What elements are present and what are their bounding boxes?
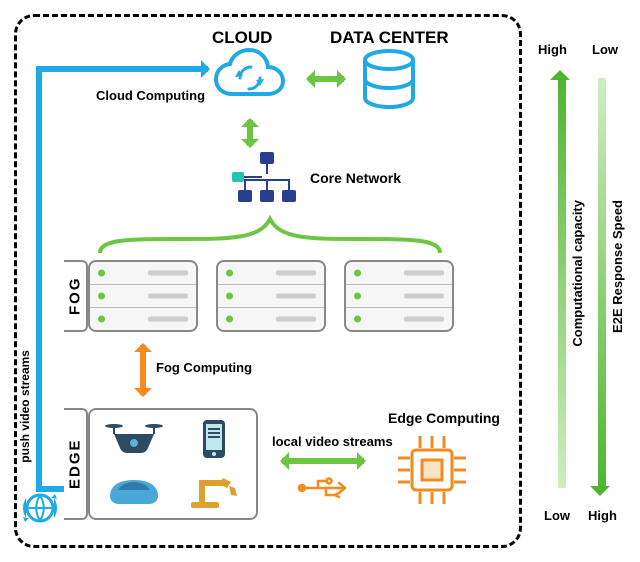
server-icon (216, 260, 326, 332)
fog-tab: FOG (64, 260, 88, 332)
response-arrow (598, 78, 606, 488)
capacity-arrow (558, 78, 566, 488)
data-center-title: DATA CENTER (330, 28, 449, 48)
fog-computing-label: Fog Computing (156, 360, 252, 375)
globe-icon (20, 488, 60, 528)
capacity-label: Computational capacity (570, 200, 585, 347)
cloud-title: CLOUD (212, 28, 272, 48)
fog-tab-label: FOG (67, 277, 84, 316)
capacity-arrowhead (550, 60, 570, 80)
push-stream-arrow (36, 66, 208, 72)
arrow-fog-edge (140, 345, 146, 395)
edge-tab: EDGE (64, 408, 88, 520)
chip-icon (394, 432, 470, 513)
arrow-local-video (282, 458, 364, 464)
car-icon (104, 468, 164, 510)
axis-high-top: High (538, 42, 567, 57)
fog-servers (88, 260, 454, 332)
cloud-icon (210, 48, 290, 108)
axis-high-bottom: High (588, 508, 617, 523)
axis-low-top: Low (592, 42, 618, 57)
arrow-cloud-core (247, 120, 253, 146)
arrow-cloud-dc (308, 76, 344, 82)
push-video-label: push video streams (18, 350, 32, 463)
database-icon (358, 48, 420, 110)
edge-devices (88, 408, 258, 520)
drone-icon (104, 418, 164, 460)
smartphone-icon (183, 418, 243, 460)
response-arrowhead (590, 486, 610, 506)
core-network-icon (232, 150, 302, 211)
cloud-computing-label: Cloud Computing (96, 88, 205, 103)
usb-icon (296, 474, 356, 507)
edge-tab-label: EDGE (67, 439, 84, 490)
local-video-label: local video streams (272, 434, 393, 449)
server-icon (88, 260, 198, 332)
core-network-label: Core Network (310, 170, 401, 186)
edge-computing-label: Edge Computing (388, 410, 500, 426)
response-label: E2E Response Speed (610, 200, 625, 333)
robot-arm-icon (183, 468, 243, 510)
brace-icon (90, 215, 450, 255)
server-icon (344, 260, 454, 332)
diagram-canvas: CLOUD DATA CENTER Core Network FOG (0, 0, 640, 562)
axis-low-bottom: Low (544, 508, 570, 523)
push-stream-path (36, 66, 42, 486)
